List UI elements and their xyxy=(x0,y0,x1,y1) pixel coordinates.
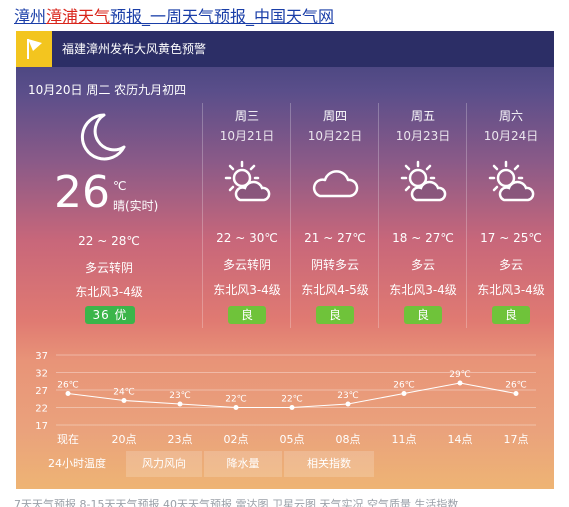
y-tick-label: 37 xyxy=(35,351,48,362)
tab-wind[interactable]: 风力风向 xyxy=(126,451,202,477)
temp-point xyxy=(65,391,71,396)
alert-flag xyxy=(16,31,52,67)
forecast-aqi-badge[interactable]: 良 xyxy=(228,306,266,324)
forecast-day[interactable]: 周五 10月23日 18 ~ 27℃ 多云 东北风3-4级 良 xyxy=(378,103,467,328)
weather-card: 福建漳州发布大风黄色预警 10月20日 周二 农历九月初四 26 ℃ 晴(实时)… xyxy=(16,31,554,489)
forecast-wind: 东北风3-4级 xyxy=(213,283,281,297)
y-tick-label: 32 xyxy=(35,369,48,380)
forecast-aqi-badge[interactable]: 良 xyxy=(316,306,354,324)
y-tick-label: 22 xyxy=(35,404,48,415)
title-link-city[interactable]: 漳州 xyxy=(14,7,46,26)
forecast-aqi-badge[interactable]: 良 xyxy=(404,306,442,324)
temp-point-label: 22℃ xyxy=(225,395,247,405)
forecast-wind: 东北风3-4级 xyxy=(389,283,457,297)
today-wind: 东北风3-4级 xyxy=(75,285,143,299)
x-tick-label: 20点 xyxy=(112,433,137,446)
hourly-temp-chart: 37 32 27 22 17 26℃ 24℃ 23℃ 22℃ 22℃ 23℃ 26℃ 29℃ 26℃ 现在 2… xyxy=(16,339,554,451)
temp-point xyxy=(457,380,463,386)
today-aqi-badge[interactable]: 36 优 xyxy=(85,306,135,324)
forecast-weekday: 周四 xyxy=(322,109,347,123)
temp-point xyxy=(289,405,295,410)
partly-cloudy-icon xyxy=(488,160,535,202)
x-tick-label: 08点 xyxy=(336,433,361,446)
today-range: 22 ~ 28℃ xyxy=(78,234,140,248)
temp-point xyxy=(401,391,407,396)
y-tick-label: 27 xyxy=(35,386,48,397)
x-tick-label: 17点 xyxy=(504,433,529,446)
forecast-weather: 多云 xyxy=(498,258,523,272)
temp-point-label: 29℃ xyxy=(449,370,471,380)
x-tick-label: 05点 xyxy=(280,433,305,446)
forecast-range: 17 ~ 25℃ xyxy=(480,231,542,245)
forecast-wind: 东北风3-4级 xyxy=(477,283,545,297)
alert-bar[interactable]: 福建漳州发布大风黄色预警 xyxy=(16,31,554,67)
page-title[interactable]: 漳州漳浦天气预报_一周天气预报_中国天气网 xyxy=(14,6,334,28)
temp-point xyxy=(233,405,239,410)
current-condition: 晴(实时) xyxy=(113,199,159,213)
flag-icon xyxy=(27,39,42,59)
today-date: 10月20日 周二 农历九月初四 xyxy=(28,83,187,97)
forecast-day[interactable]: 周三 10月21日 22 ~ 30℃ 多云转阴 东北风3-4级 良 xyxy=(202,103,291,328)
forecast-weather: 多云 xyxy=(410,258,435,272)
forecast-day[interactable]: 周六 10月24日 17 ~ 25℃ 多云 东北风3-4级 良 xyxy=(466,103,554,328)
forecast-date: 10月24日 xyxy=(483,129,539,143)
moon-icon xyxy=(80,113,126,161)
temp-unit: ℃ xyxy=(113,179,127,193)
tab-precipitation[interactable]: 降水量 xyxy=(204,451,282,477)
temp-point-label: 23℃ xyxy=(169,391,191,401)
x-tick-label: 14点 xyxy=(448,433,473,446)
y-tick-label: 17 xyxy=(35,421,48,432)
forecast-weather: 多云转阴 xyxy=(222,258,271,272)
temp-point-label: 26℃ xyxy=(57,381,79,391)
forecast-wind: 东北风4-5级 xyxy=(301,283,369,297)
temp-point xyxy=(345,401,351,407)
hourly-temp-chart-svg: 37 32 27 22 17 26℃ 24℃ 23℃ 22℃ 22℃ 23℃ 26℃ 29℃ 26℃ 现在 2… xyxy=(35,351,536,446)
temp-point xyxy=(121,398,127,403)
forecast-range: 21 ~ 27℃ xyxy=(304,231,366,245)
title-link-rest[interactable]: 预报_一周天气预报_中国天气网 xyxy=(110,7,334,26)
forecast-weekday: 周三 xyxy=(234,109,259,123)
x-tick-label: 23点 xyxy=(168,433,193,446)
tab-indices[interactable]: 相关指数 xyxy=(284,451,374,477)
title-link-county[interactable]: 漳浦天气 xyxy=(46,7,110,26)
forecast-range: 22 ~ 30℃ xyxy=(216,231,278,245)
temp-point xyxy=(513,391,519,396)
temp-point-label: 24℃ xyxy=(113,388,135,398)
forecast-aqi-badge[interactable]: 良 xyxy=(492,306,530,324)
temp-point-label: 23℃ xyxy=(337,391,359,401)
current-temp: 26 xyxy=(54,167,110,218)
alert-text[interactable]: 福建漳州发布大风黄色预警 xyxy=(62,31,206,67)
partly-cloudy-icon xyxy=(400,160,447,202)
temp-point xyxy=(177,401,183,407)
today-weather: 多云转阴 xyxy=(84,261,133,275)
tab-24h-temp[interactable]: 24小时温度 xyxy=(30,451,124,477)
footer-links[interactable]: 7天天气预报 8-15天天气预报 40天天气预报 雷达图 卫星云图 天气实况 空… xyxy=(14,496,554,507)
forecast-weekday: 周五 xyxy=(410,109,435,123)
temp-point-label: 26℃ xyxy=(393,381,415,391)
forecast-date: 10月21日 xyxy=(219,129,275,143)
forecast-range: 18 ~ 27℃ xyxy=(392,231,454,245)
x-tick-label: 11点 xyxy=(392,433,417,446)
partly-cloudy-icon xyxy=(224,160,271,202)
temp-point-label: 22℃ xyxy=(281,395,303,405)
x-tick-label: 现在 xyxy=(57,433,79,446)
forecast-weekday: 周六 xyxy=(498,109,523,123)
cloud-icon xyxy=(312,170,359,198)
temp-point-label: 26℃ xyxy=(505,381,527,391)
forecast-date: 10月23日 xyxy=(395,129,451,143)
x-tick-label: 02点 xyxy=(224,433,249,446)
forecast-weather: 阴转多云 xyxy=(310,258,359,272)
forecast-day[interactable]: 周四 10月22日 21 ~ 27℃ 阴转多云 东北风4-5级 良 xyxy=(290,103,379,328)
forecast-date: 10月22日 xyxy=(307,129,363,143)
